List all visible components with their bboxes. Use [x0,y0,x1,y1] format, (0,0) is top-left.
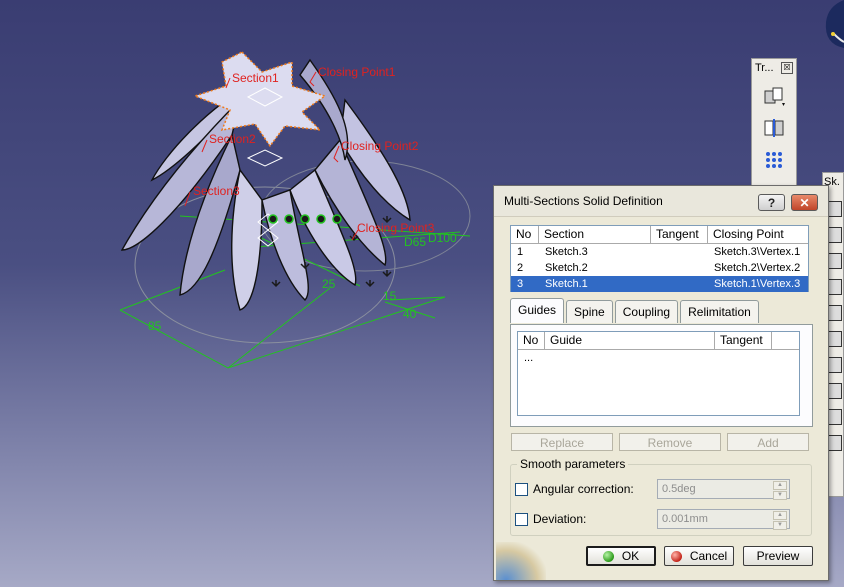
cell-section: Sketch.3 [545,246,588,258]
guides-table[interactable]: No Guide Tangent ... [517,331,800,416]
sections-table-header: No Section Tangent Closing Point [511,226,808,244]
angular-correction-spinner[interactable]: ▲ ▼ [773,481,787,500]
tab-coupling[interactable]: Coupling [614,300,679,323]
guides-tab-panel: No Guide Tangent ... [510,324,813,427]
smooth-parameters-group: Smooth parameters Angular correction: 0.… [510,457,812,536]
angular-correction-label: Angular correction: [533,482,634,496]
dim-85: 85 [148,319,162,333]
add-button[interactable]: Add [727,433,809,451]
guides-table-header: No Guide Tangent [518,332,799,350]
section3-label: Section3 [193,184,240,198]
tab-bar: Guides Spine Coupling Relimitation [510,298,761,324]
ok-label: OK [621,549,640,563]
symmetry-icon [764,119,784,137]
cell-section: Sketch.2 [545,262,588,274]
cell-tangent [651,276,708,292]
section1-label: Section1 [232,71,279,85]
toolbar-title: Tr... [755,62,774,74]
closing-point2-label: Closing Point2 [341,139,419,153]
deviation-spinner[interactable]: ▲ ▼ [773,511,787,530]
close-button[interactable]: ✕ [791,194,818,211]
cell-guide [545,350,715,366]
dim-d100: D100 [428,231,457,245]
section2-label: Section2 [209,132,256,146]
cell-tangent [651,260,708,276]
angular-correction-value: 0.5deg [662,483,696,495]
column-header-tangent[interactable]: Tangent [715,332,772,349]
cancel-label: Cancel [689,549,728,563]
closing-point1-label: Closing Point1 [318,65,396,79]
column-header-no[interactable]: No [518,332,545,349]
angular-correction-input[interactable]: 0.5deg ▲ ▼ [657,479,790,500]
closing-point3-label: Closing Point3 [357,221,435,235]
table-row-selected[interactable]: 3 Sketch.1 Sketch.1\Vertex.3 [511,276,808,292]
toolbar-close-button[interactable]: ☒ [781,62,793,74]
spin-up-icon[interactable]: ▲ [773,481,787,490]
cancel-icon [670,550,682,562]
compass-icon[interactable] [825,0,844,48]
cell-no: ... [524,352,534,364]
translate-icon [764,87,785,106]
tab-spine[interactable]: Spine [566,300,613,323]
table-row[interactable]: 2 Sketch.2 Sketch.2\Vertex.2 [511,260,808,276]
column-header-guide[interactable]: Guide [545,332,715,349]
spin-down-icon[interactable]: ▼ [773,521,787,530]
cell-closing-point: Sketch.1\Vertex.3 [714,278,801,290]
transformations-toolbar[interactable]: Tr... ☒ [751,58,797,188]
ok-icon [602,550,614,562]
table-row[interactable]: ... [518,350,799,366]
angular-correction-checkbox[interactable] [515,482,528,496]
table-row[interactable]: 1 Sketch.3 Sketch.3\Vertex.1 [511,244,808,260]
dialog-title: Multi-Sections Solid Definition [504,194,663,208]
smooth-parameters-legend: Smooth parameters [517,457,629,471]
tab-relimitation[interactable]: Relimitation [680,300,759,323]
cancel-button[interactable]: Cancel [664,546,734,566]
deviation-input[interactable]: 0.001mm ▲ ▼ [657,509,790,530]
dim-25: 25 [322,277,336,291]
deviation-row: Deviation: [515,509,586,529]
cell-closing-point: Sketch.3\Vertex.1 [714,246,801,258]
angular-correction-row: Angular correction: [515,479,634,499]
guide-action-buttons: Replace Remove Add [511,433,809,451]
cell-closing-point: Sketch.2\Vertex.2 [714,262,801,274]
deviation-label: Deviation: [533,512,587,526]
tab-guides[interactable]: Guides [510,298,565,323]
spin-up-icon[interactable]: ▲ [773,511,787,520]
remove-button[interactable]: Remove [619,433,721,451]
dim-15: 15 [383,289,397,303]
preview-button[interactable]: Preview [743,546,813,566]
dim-40: 40 [403,307,417,321]
translate-tool-button[interactable] [759,83,789,109]
cell-tangent [715,350,772,366]
column-header-no[interactable]: No [511,226,539,243]
symmetry-tool-button[interactable] [759,115,789,141]
multi-sections-solid-dialog[interactable]: Multi-Sections Solid Definition ? ✕ No S… [493,185,829,581]
cell-tangent [651,244,708,260]
deviation-checkbox[interactable] [515,512,528,526]
deviation-value: 0.001mm [662,513,708,525]
replace-button[interactable]: Replace [511,433,613,451]
column-header-closing-point[interactable]: Closing Point [708,226,808,243]
dim-d65: D65 [404,235,426,249]
column-header-section[interactable]: Section [539,226,651,243]
sections-table[interactable]: No Section Tangent Closing Point 1 Sketc… [510,225,809,292]
pattern-icon [766,152,782,168]
cell-no: 2 [517,262,524,274]
cell-section: Sketch.1 [545,278,588,290]
cell-no: 1 [517,246,524,258]
spin-down-icon[interactable]: ▼ [773,491,787,500]
toolbar-titlebar[interactable]: Tr... ☒ [752,59,796,77]
cell-no: 3 [517,278,524,290]
ok-button[interactable]: OK [586,546,656,566]
column-header-tangent[interactable]: Tangent [651,226,708,243]
pattern-tool-button[interactable] [759,147,789,173]
dialog-decoration [496,542,546,580]
help-button[interactable]: ? [758,194,785,211]
